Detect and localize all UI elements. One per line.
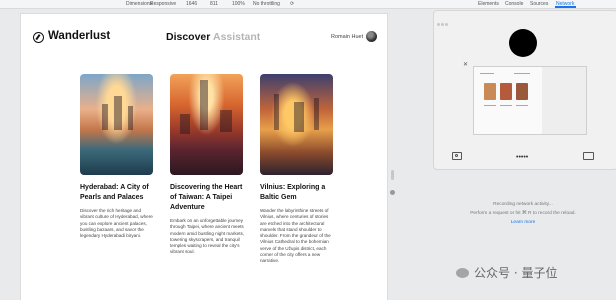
compass-logo-icon[interactable] <box>33 32 44 43</box>
recording-status: Recording network activity... <box>493 202 553 207</box>
record-indicator-icon[interactable] <box>509 29 537 57</box>
nav-discover[interactable]: Discover <box>166 31 210 43</box>
tab-elements[interactable]: Elements <box>478 1 499 7</box>
width-input[interactable]: 1646 <box>186 1 197 7</box>
devtools-toolbar: Dimensions: Responsive 1646 811 100% No … <box>0 0 616 9</box>
site-header: Wanderlust Discover Assistant Romain Hue… <box>21 14 387 60</box>
wechat-icon <box>456 268 469 278</box>
viewport-resize-handle[interactable] <box>391 170 394 180</box>
more-options-icon[interactable]: ••••• <box>516 154 528 161</box>
rotate-icon[interactable]: ⟳ <box>290 1 294 7</box>
card-title: Vilnius: Exploring a Baltic Gem <box>260 184 326 201</box>
brand-name[interactable]: Wanderlust <box>48 30 110 42</box>
nav-assistant[interactable]: Assistant <box>213 31 260 43</box>
window-controls[interactable] <box>437 13 449 31</box>
camera-icon[interactable] <box>452 152 462 160</box>
avatar[interactable] <box>366 31 377 42</box>
viewport-corner-handle[interactable] <box>390 190 395 195</box>
card-title: Discovering the Heart of Taiwan: A Taipe… <box>170 184 243 211</box>
close-icon[interactable]: ✕ <box>463 62 469 68</box>
throttling-select[interactable]: No throttling <box>253 1 280 7</box>
user-name: Romain Huet <box>331 34 364 40</box>
card-description: Wander the labyrinthine streets of Vilni… <box>260 208 331 264</box>
screen-share-icon[interactable] <box>583 152 594 160</box>
watermark-text: 公众号 · 量子位 <box>474 266 558 280</box>
destination-card-taipei[interactable]: Discovering the Heart of Taiwan: A Taipe… <box>170 74 246 256</box>
card-image <box>260 74 333 175</box>
learn-more-link[interactable]: Learn more <box>430 220 616 225</box>
responsive-viewport: Wanderlust Discover Assistant Romain Hue… <box>21 14 387 300</box>
active-tab-indicator <box>555 6 576 8</box>
card-title: Hyderabad: A City of Pearls and Palaces <box>80 184 149 201</box>
tab-console[interactable]: Console <box>505 1 523 7</box>
zoom-select[interactable]: 100% <box>232 1 245 7</box>
card-description: Discover the rich heritage and vibrant c… <box>80 208 153 239</box>
card-image <box>170 74 243 175</box>
destination-card-hyderabad[interactable]: Hyderabad: A City of Pearls and Palaces … <box>80 74 156 239</box>
screen-mirror-window: ✕ ••••• <box>433 10 616 170</box>
destination-card-vilnius[interactable]: Vilnius: Exploring a Baltic Gem Wander t… <box>260 74 336 265</box>
reload-hint: Perform a request or hit ⌘ R to record t… <box>470 211 576 216</box>
card-image <box>80 74 153 175</box>
card-description: Embark on an unforgettable journey throu… <box>170 218 245 255</box>
viewport-thumbnail <box>473 66 587 135</box>
tab-sources[interactable]: Sources <box>530 1 548 7</box>
dimensions-select[interactable]: Responsive <box>150 1 176 7</box>
height-input[interactable]: 811 <box>210 1 218 7</box>
